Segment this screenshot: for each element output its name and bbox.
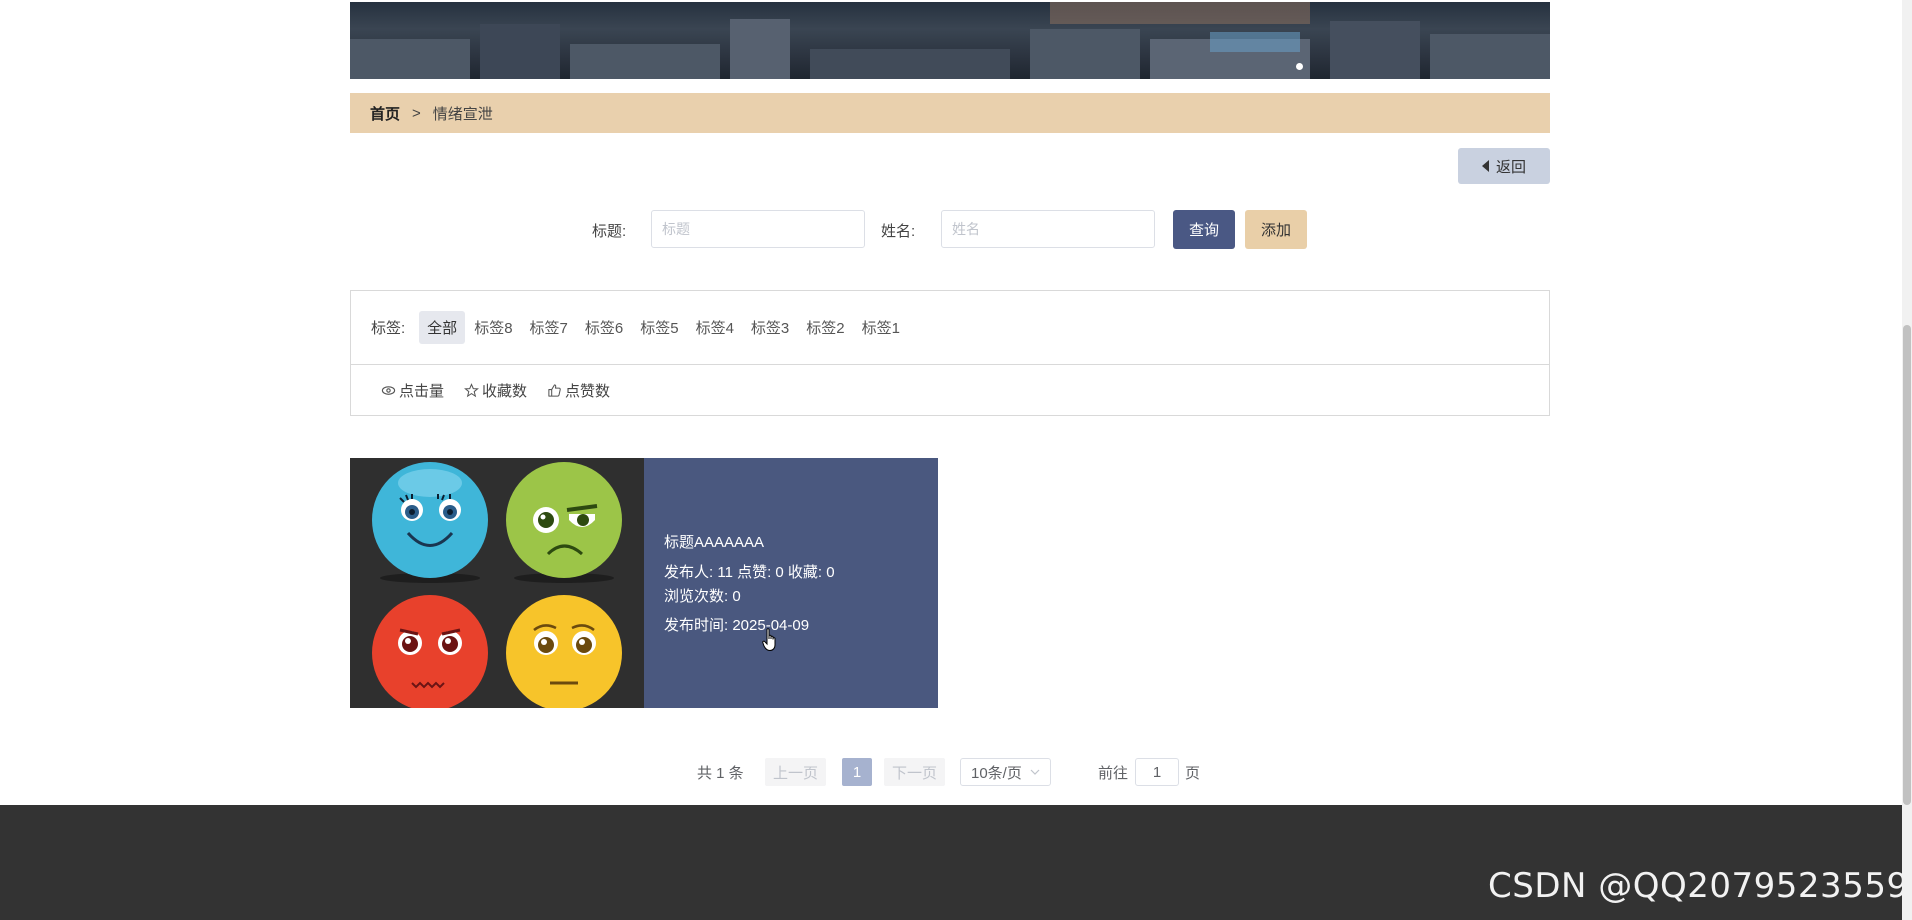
star-icon — [464, 382, 479, 397]
caret-left-icon — [1481, 160, 1489, 172]
post-title: 标题AAAAAAA — [664, 534, 765, 551]
tag-item[interactable]: 标签8 — [466, 311, 520, 344]
tag-item[interactable]: 标签4 — [688, 311, 742, 344]
hand-cursor-icon — [762, 628, 776, 652]
post-thumbnail[interactable] — [350, 458, 644, 708]
tag-item[interactable]: 标签1 — [854, 311, 908, 344]
sort-label: 点赞数 — [565, 382, 611, 400]
breadcrumb: 首页 > 情绪宣泄 — [350, 93, 1550, 133]
sort-label: 点击量 — [399, 382, 445, 400]
chevron-down-icon — [1030, 769, 1040, 775]
tag-all[interactable]: 全部 — [419, 311, 466, 344]
tag-label: 标签: — [371, 320, 406, 337]
pagination-total: 共 1 条 — [697, 764, 744, 782]
tag-item[interactable]: 标签7 — [522, 311, 576, 344]
post-meta-time: 发布时间: 2025-04-09 — [664, 617, 810, 634]
back-button[interactable]: 返回 — [1458, 148, 1550, 184]
tag-filter-row: 标签: 全部 标签8 标签7 标签6 标签5 标签4 标签3 标签2 标签1 — [351, 291, 1549, 365]
add-button[interactable]: 添加 — [1245, 210, 1307, 249]
prev-page-button[interactable]: 上一页 — [765, 758, 827, 786]
page-size-value: 10条/页 — [971, 764, 1022, 782]
thumbs-up-icon — [548, 383, 561, 397]
eye-icon — [381, 385, 396, 395]
page-scrollbar[interactable] — [1902, 0, 1912, 920]
next-page-button[interactable]: 下一页 — [884, 758, 946, 786]
scrollbar-thumb[interactable] — [1903, 325, 1911, 805]
tag-item[interactable]: 标签6 — [577, 311, 631, 344]
page-size-select[interactable]: 10条/页 — [960, 758, 1051, 786]
sort-by-favorites[interactable]: 收藏数 — [464, 380, 527, 401]
query-button[interactable]: 查询 — [1173, 210, 1235, 249]
title-search-input[interactable] — [651, 210, 865, 248]
breadcrumb-separator: > — [412, 104, 421, 122]
watermark-text: CSDN @QQ2079523559 — [1488, 866, 1909, 906]
sort-label: 收藏数 — [482, 382, 528, 400]
page-number-button[interactable]: 1 — [842, 758, 872, 786]
emoji-faces-image — [350, 458, 644, 708]
breadcrumb-current: 情绪宣泄 — [432, 105, 493, 123]
post-card[interactable]: 标题AAAAAAA 发布人: 11 点赞: 0 收藏: 0 浏览次数: 0 发布… — [350, 458, 938, 708]
goto-page-input[interactable]: 1 — [1135, 758, 1179, 786]
tag-item[interactable]: 标签3 — [743, 311, 797, 344]
pagination: 共 1 条 上一页 1 下一页 10条/页 前往 1 页 — [0, 758, 1912, 786]
sort-row: 点击量 收藏数 点赞数 — [351, 364, 1549, 416]
banner-carousel[interactable] — [350, 2, 1550, 79]
filter-panel: 标签: 全部 标签8 标签7 标签6 标签5 标签4 标签3 标签2 标签1 点… — [350, 290, 1550, 416]
post-info[interactable]: 标题AAAAAAA 发布人: 11 点赞: 0 收藏: 0 浏览次数: 0 发布… — [644, 458, 938, 708]
post-meta-views: 浏览次数: 0 — [664, 588, 741, 605]
carousel-indicator-dot[interactable] — [1296, 63, 1303, 70]
tag-item[interactable]: 标签2 — [798, 311, 852, 344]
page-unit-label: 页 — [1185, 764, 1201, 782]
tag-item[interactable]: 标签5 — [632, 311, 686, 344]
title-label: 标题: — [592, 223, 627, 240]
search-form: 标题: 姓名: 查询 添加 — [0, 210, 1912, 250]
goto-label: 前往 — [1098, 764, 1129, 782]
sort-by-likes[interactable]: 点赞数 — [547, 380, 610, 401]
name-search-input[interactable] — [941, 210, 1155, 248]
back-button-label: 返回 — [1495, 158, 1526, 176]
name-label: 姓名: — [881, 223, 916, 240]
sort-by-clicks[interactable]: 点击量 — [381, 380, 444, 401]
breadcrumb-home-link[interactable]: 首页 — [370, 103, 400, 124]
post-meta-publisher: 发布人: 11 点赞: 0 收藏: 0 — [664, 564, 835, 581]
